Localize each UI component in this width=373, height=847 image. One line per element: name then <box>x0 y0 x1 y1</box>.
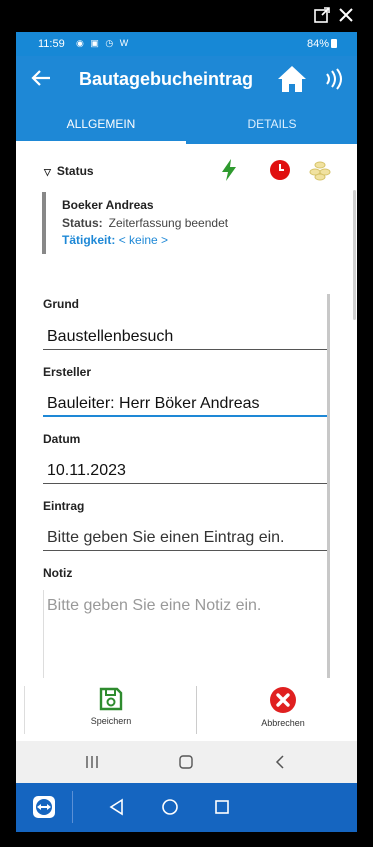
tab-bar: ALLGEMEIN DETAILS <box>16 102 357 144</box>
form-content: ▽ Status Boeker Andreas Status: Zeiterfass… <box>16 144 357 680</box>
eintrag-field[interactable]: Bitte geben Sie einen Eintrag ein. <box>43 529 327 547</box>
remote-control-bar <box>16 783 357 832</box>
divider <box>196 686 197 734</box>
home-nav-icon[interactable] <box>177 753 195 771</box>
cancel-x-icon <box>270 687 296 713</box>
cancel-button[interactable]: Abbrechen <box>223 684 343 738</box>
notification-icons: ◉ ▣ ◷ W <box>76 38 131 48</box>
triangle-back-icon[interactable] <box>108 798 126 816</box>
save-label: Speichern <box>90 716 132 726</box>
grund-label: Grund <box>43 297 79 311</box>
save-button[interactable]: Speichern <box>51 684 171 738</box>
eintrag-label: Eintrag <box>43 499 85 513</box>
nfc-icon[interactable] <box>322 66 348 92</box>
back-nav-icon[interactable] <box>272 753 290 771</box>
tab-allgemein[interactable]: ALLGEMEIN <box>16 102 186 144</box>
remote-window-bar <box>0 0 373 32</box>
teamviewer-icon[interactable] <box>32 795 56 819</box>
android-nav-bar <box>16 741 357 783</box>
grund-underline <box>43 349 327 350</box>
datum-underline <box>43 483 327 484</box>
status-card: Boeker Andreas Status: Zeiterfassung been… <box>42 192 333 254</box>
notiz-label: Notiz <box>43 566 73 580</box>
form-scrollbar[interactable] <box>327 294 330 680</box>
action-bar: Speichern Abbrechen <box>16 678 357 741</box>
ersteller-field[interactable]: Bauleiter: Herr Böker Andreas <box>43 395 327 413</box>
page-title: Bautagebucheintrag <box>79 69 254 89</box>
notiz-area-border <box>43 590 44 680</box>
status-value: Zeiterfassung beendet <box>108 216 229 230</box>
lightning-icon[interactable] <box>219 158 239 182</box>
status-header: Status <box>56 164 94 178</box>
employee-name: Boeker Andreas <box>62 198 154 212</box>
status-line: Status: Zeiterfassung beendet <box>62 216 333 230</box>
battery-indicator: 84% <box>307 38 337 50</box>
square-recents-icon[interactable] <box>213 798 231 816</box>
home-icon[interactable] <box>276 64 308 94</box>
app-bar: Bautagebucheintrag <box>16 56 357 102</box>
grund-field[interactable]: Baustellenbesuch <box>43 328 327 346</box>
circle-home-icon[interactable] <box>161 798 179 816</box>
activity-line[interactable]: Tätigkeit: < keine > <box>62 233 333 247</box>
clock-icon[interactable] <box>269 159 291 181</box>
divider <box>24 686 25 734</box>
recent-apps-icon[interactable] <box>83 753 101 771</box>
status-label: Status: <box>62 216 103 230</box>
notiz-field[interactable]: Bitte geben Sie eine Notiz ein. <box>43 597 327 615</box>
clock-time: 11:59 <box>38 38 65 50</box>
activity-label: Tätigkeit: <box>62 233 116 247</box>
cancel-label: Abbrechen <box>261 718 305 728</box>
datum-field[interactable]: 10.11.2023 <box>43 462 327 480</box>
battery-percent: 84% <box>306 38 329 50</box>
android-status-bar: 11:59 ◉ ▣ ◷ W 84% <box>16 32 357 56</box>
phone-screen: 11:59 ◉ ▣ ◷ W 84% Bautagebucheintrag ALL… <box>16 32 357 832</box>
coins-icon[interactable] <box>308 159 332 181</box>
activity-value: < keine > <box>118 233 169 247</box>
separator <box>72 791 73 823</box>
tab-label: ALLGEMEIN <box>66 117 136 131</box>
tab-label: DETAILS <box>247 117 297 131</box>
collapse-triangle-icon: ▽ <box>44 167 51 177</box>
battery-icon <box>331 39 337 48</box>
close-icon[interactable] <box>337 6 355 24</box>
eintrag-underline <box>43 550 327 551</box>
page-scroll-thumb[interactable] <box>353 190 356 320</box>
floppy-disk-icon <box>99 687 123 711</box>
datum-label: Datum <box>43 432 81 446</box>
status-section-toggle[interactable]: ▽ Status <box>44 164 94 178</box>
external-link-icon[interactable] <box>313 6 331 24</box>
ersteller-label: Ersteller <box>43 365 92 379</box>
ersteller-underline <box>43 415 327 417</box>
tab-details[interactable]: DETAILS <box>187 102 357 144</box>
back-arrow-icon[interactable] <box>30 67 52 89</box>
